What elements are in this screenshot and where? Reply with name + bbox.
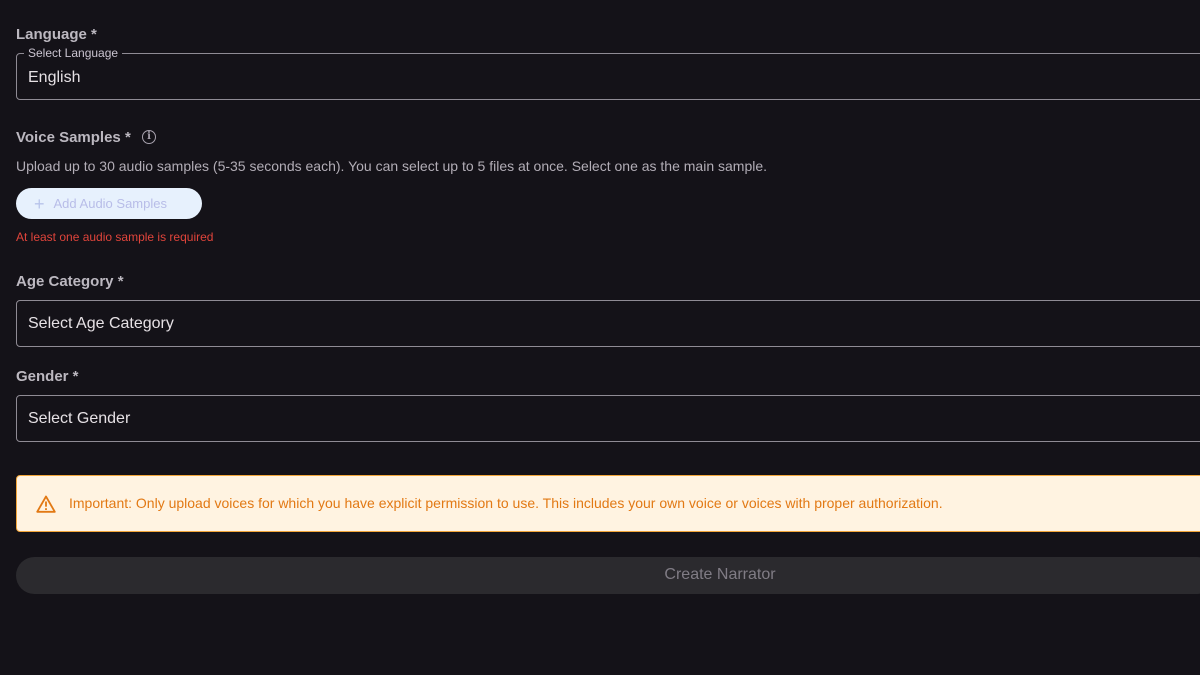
add-audio-samples-button[interactable]: + Add Audio Samples — [16, 188, 202, 219]
gender-select[interactable]: Select Gender — [16, 395, 1200, 442]
gender-placeholder: Select Gender — [28, 410, 131, 427]
plus-icon: + — [34, 193, 45, 214]
permission-warning-alert: Important: Only upload voices for which … — [16, 475, 1200, 532]
warning-icon — [36, 495, 56, 513]
create-narrator-label: Create Narrator — [664, 566, 776, 583]
language-select-legend: Select Language — [24, 46, 123, 60]
language-label: Language * — [16, 26, 97, 43]
age-category-placeholder: Select Age Category — [28, 315, 174, 332]
age-category-select[interactable]: Select Age Category — [16, 300, 1200, 347]
add-audio-samples-label: Add Audio Samples — [53, 196, 167, 211]
voice-samples-error: At least one audio sample is required — [16, 230, 214, 244]
info-icon[interactable]: i — [142, 130, 156, 144]
voice-samples-help-text: Upload up to 30 audio samples (5-35 seco… — [16, 158, 768, 174]
language-select[interactable]: Select Language English — [16, 46, 1200, 100]
gender-label: Gender * — [16, 368, 79, 385]
permission-warning-message: Important: Only upload voices for which … — [69, 495, 943, 511]
create-narrator-button[interactable]: Create Narrator — [16, 557, 1200, 594]
language-select-value: English — [28, 69, 81, 86]
age-category-label: Age Category * — [16, 273, 124, 290]
voice-samples-label: Voice Samples * — [16, 129, 131, 146]
